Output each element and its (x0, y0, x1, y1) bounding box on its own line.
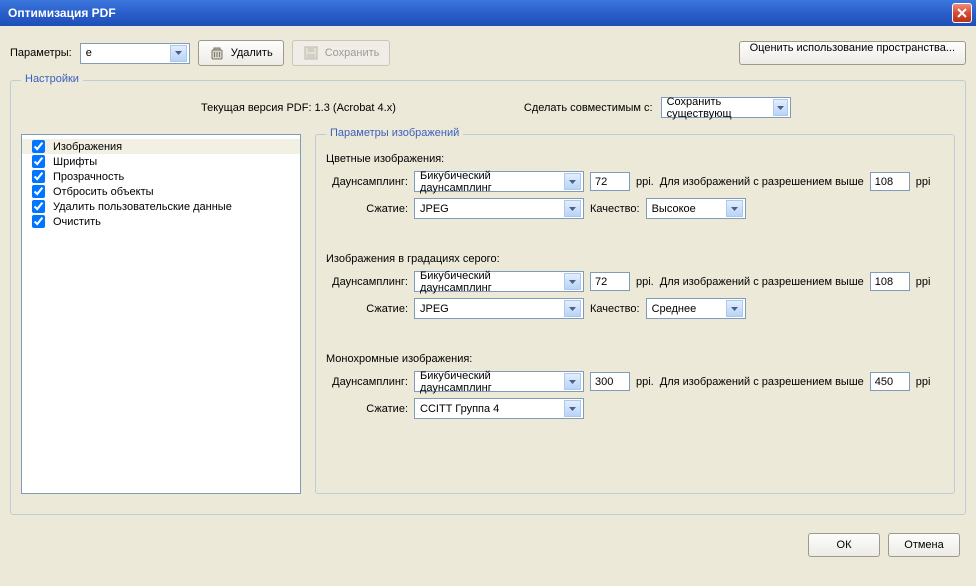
chevron-down-icon (726, 300, 743, 317)
category-label: Изображения (53, 141, 122, 153)
compat-label: Сделать совместимым с: (524, 102, 653, 114)
for-above-label: Для изображений с разрешением выше (660, 176, 864, 188)
chevron-down-icon (170, 45, 187, 62)
color-title: Цветные изображения: (326, 153, 944, 165)
version-row: Текущая версия PDF: 1.3 (Acrobat 4.x) Сд… (21, 97, 955, 118)
close-icon (957, 8, 967, 18)
gray-compression-select[interactable]: JPEG (414, 298, 584, 319)
compat-select[interactable]: Сохранить существующ (661, 97, 791, 118)
chevron-down-icon (564, 400, 581, 417)
color-target-ppi[interactable]: 72 (590, 172, 630, 191)
category-list[interactable]: Изображения Шрифты Прозрачность Отбросит… (21, 134, 301, 494)
floppy-disk-icon (303, 45, 319, 61)
gray-target-ppi[interactable]: 72 (590, 272, 630, 291)
category-checkbox[interactable] (32, 215, 45, 228)
category-label: Шрифты (53, 156, 97, 168)
compression-label: Сжатие: (326, 303, 408, 315)
category-item-transparency[interactable]: Прозрачность (22, 169, 300, 184)
category-item-discard-objects[interactable]: Отбросить объекты (22, 184, 300, 199)
params-label: Параметры: (10, 47, 72, 59)
image-params-group: Параметры изображений Цветные изображени… (315, 134, 955, 494)
delete-label: Удалить (231, 47, 273, 59)
category-checkbox[interactable] (32, 200, 45, 213)
settings-legend: Настройки (21, 73, 83, 85)
downsampling-label: Даунсамплинг: (326, 176, 408, 188)
save-label: Сохранить (325, 47, 380, 59)
gray-downsampling-select[interactable]: Бикубический даунсамплинг (414, 271, 584, 292)
estimate-space-button[interactable]: Оценить использование пространства... (739, 41, 966, 65)
mono-target-ppi[interactable]: 300 (590, 372, 630, 391)
for-above-label: Для изображений с разрешением выше (660, 376, 864, 388)
compat-value: Сохранить существующ (667, 96, 773, 120)
compression-label: Сжатие: (326, 403, 408, 415)
chevron-down-icon (726, 200, 743, 217)
window-title: Оптимизация PDF (8, 6, 116, 20)
gray-quality-select[interactable]: Среднее (646, 298, 746, 319)
category-item-discard-userdata[interactable]: Удалить пользовательские данные (22, 199, 300, 214)
ppi-label: ppi. (636, 276, 654, 288)
category-checkbox[interactable] (32, 155, 45, 168)
downsampling-label: Даунсамплинг: (326, 376, 408, 388)
category-checkbox[interactable] (32, 140, 45, 153)
category-checkbox[interactable] (32, 185, 45, 198)
chevron-down-icon (564, 373, 581, 390)
category-item-fonts[interactable]: Шрифты (22, 154, 300, 169)
trash-icon (209, 45, 225, 61)
mono-title: Монохромные изображения: (326, 353, 944, 365)
mono-compression-select[interactable]: CCITT Группа 4 (414, 398, 584, 419)
pdf-version-label: Текущая версия PDF: 1.3 (Acrobat 4.x) (201, 102, 396, 114)
mono-downsampling-select[interactable]: Бикубический даунсамплинг (414, 371, 584, 392)
chevron-down-icon (564, 300, 581, 317)
category-label: Очистить (53, 216, 101, 228)
gray-above-ppi[interactable]: 108 (870, 272, 910, 291)
category-label: Отбросить объекты (53, 186, 154, 198)
ppi-label: ppi. (636, 376, 654, 388)
for-above-label: Для изображений с разрешением выше (660, 276, 864, 288)
category-label: Прозрачность (53, 171, 124, 183)
compression-label: Сжатие: (326, 203, 408, 215)
quality-label: Качество: (590, 303, 640, 315)
params-value: e (86, 47, 92, 59)
mono-above-ppi[interactable]: 450 (870, 372, 910, 391)
settings-group: Настройки Текущая версия PDF: 1.3 (Acrob… (10, 80, 966, 515)
ppi-label: ppi (916, 376, 931, 388)
bottom-bar: ОК Отмена (10, 525, 966, 557)
save-button: Сохранить (292, 40, 391, 66)
category-label: Удалить пользовательские данные (53, 201, 232, 213)
color-quality-select[interactable]: Высокое (646, 198, 746, 219)
category-checkbox[interactable] (32, 170, 45, 183)
ok-button[interactable]: ОК (808, 533, 880, 557)
category-item-images[interactable]: Изображения (22, 139, 300, 154)
delete-button[interactable]: Удалить (198, 40, 284, 66)
color-above-ppi[interactable]: 108 (870, 172, 910, 191)
top-toolbar: Параметры: e Удалить Сохранить (10, 40, 966, 66)
chevron-down-icon (564, 273, 581, 290)
color-downsampling-select[interactable]: Бикубический даунсамплинг (414, 171, 584, 192)
title-bar: Оптимизация PDF (0, 0, 976, 26)
quality-label: Качество: (590, 203, 640, 215)
cancel-button[interactable]: Отмена (888, 533, 960, 557)
close-button[interactable] (952, 3, 972, 23)
category-item-cleanup[interactable]: Очистить (22, 214, 300, 229)
color-compression-select[interactable]: JPEG (414, 198, 584, 219)
downsampling-label: Даунсамплинг: (326, 276, 408, 288)
content: Параметры: e Удалить Сохранить (0, 26, 976, 567)
params-select[interactable]: e (80, 43, 190, 64)
gray-title: Изображения в градациях серого: (326, 253, 944, 265)
ppi-label: ppi (916, 276, 931, 288)
chevron-down-icon (564, 173, 581, 190)
ppi-label: ppi (916, 176, 931, 188)
image-params-legend: Параметры изображений (326, 127, 463, 139)
ppi-label: ppi. (636, 176, 654, 188)
chevron-down-icon (773, 99, 788, 116)
chevron-down-icon (564, 200, 581, 217)
